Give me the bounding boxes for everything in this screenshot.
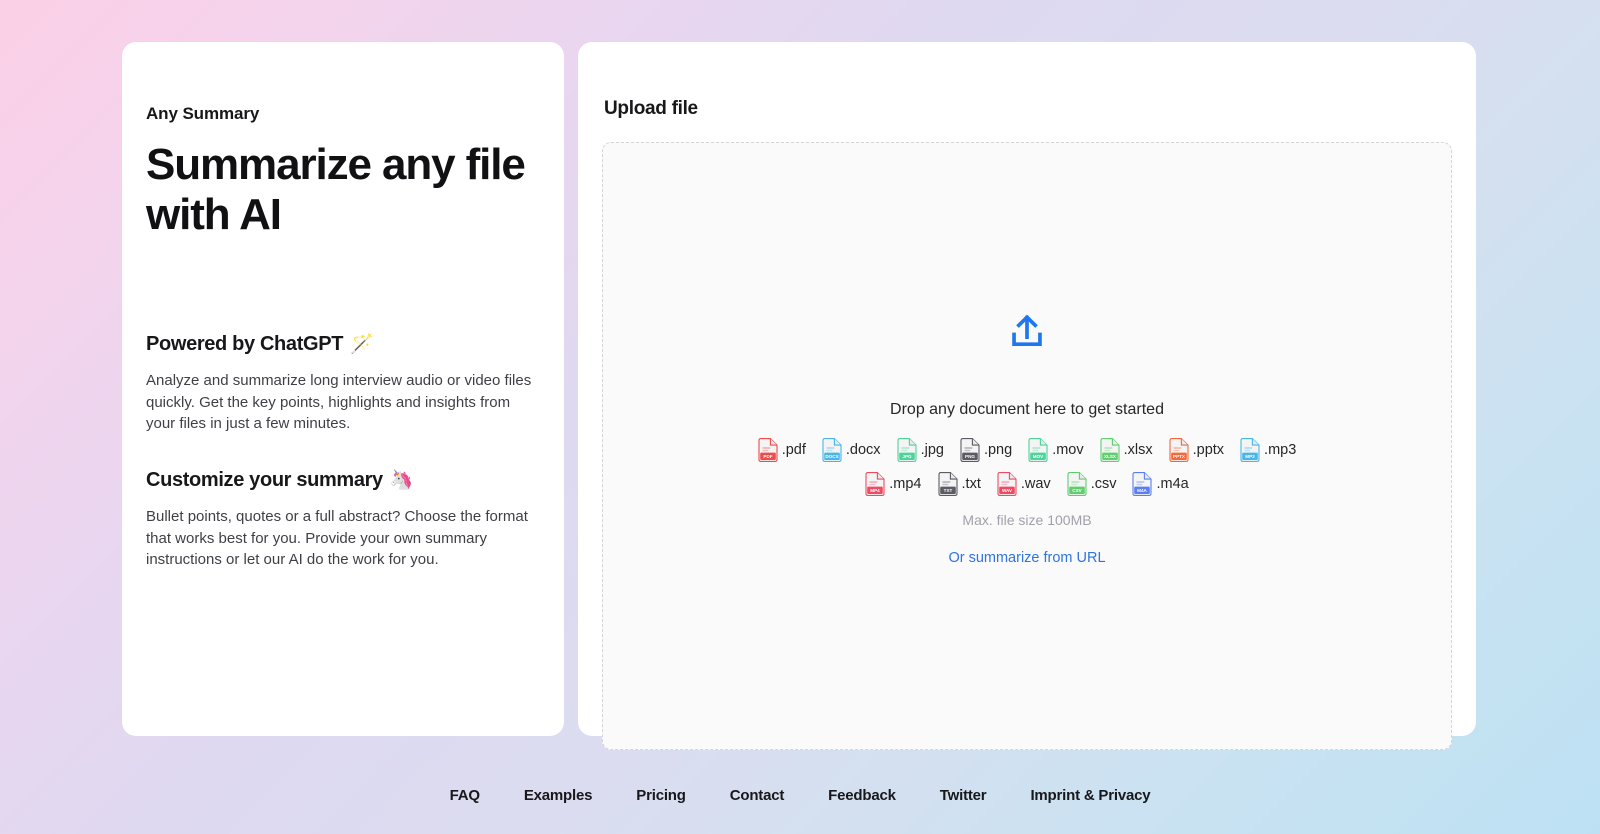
- file-mov-icon: MOV: [1028, 438, 1048, 462]
- format-chip-wav: WAV .wav: [997, 472, 1051, 496]
- file-csv-icon: CSV: [1067, 472, 1087, 496]
- format-label: .xlsx: [1123, 442, 1153, 458]
- feature-title-1: Customize your summary 🦄: [146, 468, 540, 492]
- format-chip-m4a: M4A .m4a: [1132, 472, 1189, 496]
- format-chip-mov: MOV .mov: [1028, 438, 1084, 462]
- page-title: Summarize any file with AI: [146, 140, 526, 240]
- format-label: .pdf: [781, 442, 806, 458]
- svg-text:MOV: MOV: [1033, 454, 1044, 459]
- footer-nav: FAQ Examples Pricing Contact Feedback Twitter…: [0, 787, 1600, 834]
- file-mp4-icon: MP4: [865, 472, 885, 496]
- file-m4a-icon: M4A: [1132, 472, 1153, 496]
- brand-name: Any Summary: [146, 104, 260, 123]
- format-label: .mov: [1052, 442, 1084, 458]
- file-jpg-icon: JPG: [897, 438, 917, 462]
- svg-text:MP3: MP3: [1245, 454, 1255, 459]
- file-pptx-icon: PPTX: [1169, 438, 1189, 462]
- footer-link-examples[interactable]: Examples: [524, 787, 593, 804]
- feature-block-1: Customize your summary 🦄 Bullet points, …: [146, 468, 540, 570]
- upload-heading: Upload file: [604, 98, 698, 119]
- format-label: .wav: [1020, 476, 1051, 492]
- format-chip-jpg: JPG .jpg: [897, 438, 944, 462]
- feature-title-0: Powered by ChatGPT 🪄: [146, 332, 540, 356]
- format-chip-pptx: PPTX .pptx: [1169, 438, 1224, 462]
- svg-text:M4A: M4A: [1138, 488, 1148, 493]
- format-chip-png: PNG .png: [960, 438, 1012, 462]
- format-label: .m4a: [1156, 476, 1189, 492]
- format-chip-mp3: MP3 .mp3: [1240, 438, 1296, 462]
- footer-link-pricing[interactable]: Pricing: [636, 787, 686, 804]
- file-docx-icon: DOCX: [822, 438, 842, 462]
- file-pdf-icon: PDF: [758, 438, 778, 462]
- format-chip-xlsx: XLSX .xlsx: [1100, 438, 1153, 462]
- upload-panel: Upload file Drop any document here to ge…: [578, 42, 1476, 750]
- svg-text:PDF: PDF: [763, 454, 772, 459]
- footer-link-contact[interactable]: Contact: [730, 787, 785, 804]
- footer-link-twitter[interactable]: Twitter: [940, 787, 987, 804]
- format-label: .mp3: [1264, 442, 1297, 458]
- format-chip-pdf: PDF .pdf: [758, 438, 806, 462]
- file-xlsx-icon: XLSX: [1100, 438, 1120, 462]
- file-dropzone[interactable]: Drop any document here to get started PD…: [602, 142, 1452, 750]
- cards-row: Any Summary Summarize any file with AI P…: [0, 0, 1600, 750]
- summarize-from-url-link[interactable]: Or summarize from URL: [948, 550, 1105, 566]
- svg-text:CSV: CSV: [1072, 488, 1082, 493]
- format-label: .docx: [845, 442, 881, 458]
- file-txt-icon: TXT: [937, 472, 958, 496]
- svg-text:MP4: MP4: [871, 488, 881, 493]
- format-chip-txt: TXT .txt: [937, 472, 981, 496]
- max-file-size-note: Max. file size 100MB: [962, 512, 1092, 528]
- format-label: .txt: [961, 476, 981, 492]
- svg-text:PPTX: PPTX: [1173, 454, 1186, 459]
- format-label: .csv: [1090, 476, 1117, 492]
- format-chip-mp4: MP4 .mp4: [865, 472, 922, 496]
- format-chip-csv: CSV .csv: [1067, 472, 1117, 496]
- footer-link-faq[interactable]: FAQ: [450, 787, 480, 804]
- file-mp3-icon: MP3: [1240, 438, 1260, 462]
- file-png-icon: PNG: [960, 438, 980, 462]
- feature-body-1: Bullet points, quotes or a full abstract…: [146, 508, 528, 568]
- svg-text:DOCX: DOCX: [825, 454, 839, 459]
- feature-title-text-1: Customize your summary: [146, 469, 383, 492]
- app-root: Any Summary Summarize any file with AI P…: [0, 0, 1600, 834]
- svg-text:PNG: PNG: [965, 454, 975, 459]
- upload-icon: [1006, 312, 1048, 359]
- marketing-panel: Any Summary Summarize any file with AI P…: [122, 42, 564, 736]
- supported-formats-list: PDF .pdf DOCX .docx JPG .jpg PNG .png MOV .mov XLS…: [737, 438, 1317, 496]
- svg-text:JPG: JPG: [902, 454, 912, 459]
- feature-title-text-0: Powered by ChatGPT: [146, 333, 344, 356]
- feature-body-0: Analyze and summarize long interview aud…: [146, 372, 532, 432]
- feature-block-0: Powered by ChatGPT 🪄 Analyze and summari…: [146, 332, 540, 434]
- svg-text:XLSX: XLSX: [1104, 454, 1117, 459]
- format-label: .jpg: [920, 442, 944, 458]
- magic-wand-emoji: 🪄: [350, 334, 374, 356]
- file-wav-icon: WAV: [997, 472, 1017, 496]
- footer-link-imprint-privacy[interactable]: Imprint & Privacy: [1030, 787, 1150, 804]
- svg-text:TXT: TXT: [943, 488, 952, 493]
- footer-link-feedback[interactable]: Feedback: [828, 787, 896, 804]
- format-label: .png: [983, 442, 1013, 458]
- svg-text:WAV: WAV: [1002, 488, 1013, 493]
- format-chip-docx: DOCX .docx: [822, 438, 881, 462]
- dropzone-instruction: Drop any document here to get started: [890, 401, 1164, 418]
- format-label: .pptx: [1192, 442, 1225, 458]
- unicorn-emoji: 🦄: [389, 470, 414, 492]
- format-label: .mp4: [889, 476, 922, 492]
